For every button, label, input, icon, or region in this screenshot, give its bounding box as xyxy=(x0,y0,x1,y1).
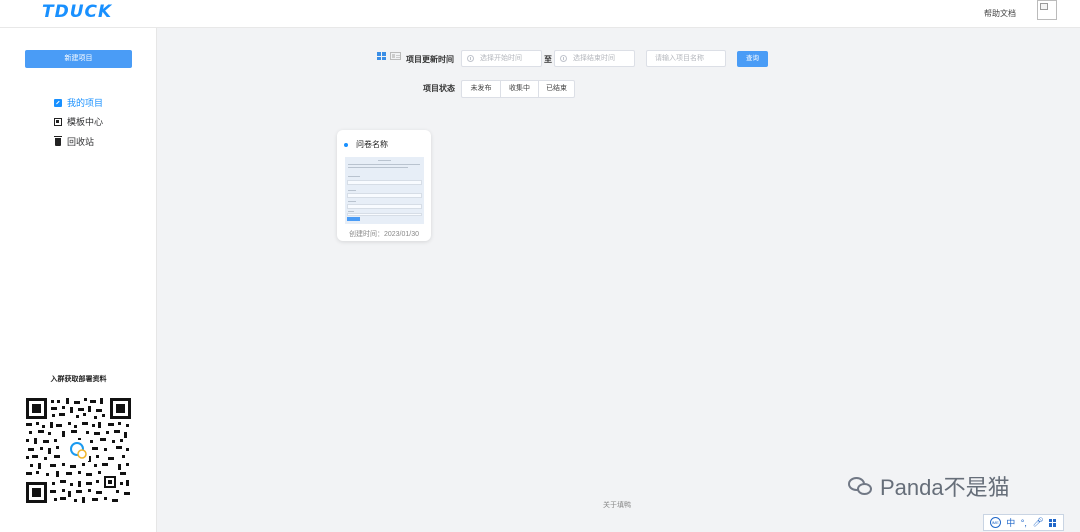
ime-toolbar: IME 中 °, 🎤︎ xyxy=(983,514,1064,531)
status-dot xyxy=(344,143,348,147)
ime-logo-icon[interactable]: IME xyxy=(989,517,1001,528)
end-date-input[interactable]: 选择结束时间 xyxy=(554,50,635,67)
sidebar-item-label: 回收站 xyxy=(67,137,95,147)
app-logo[interactable]: TDUCK xyxy=(42,2,112,22)
punctuation-icon[interactable]: °, xyxy=(1021,518,1027,528)
help-docs-link[interactable]: 帮助文档 xyxy=(984,8,1016,19)
microphone-icon[interactable]: 🎤︎ xyxy=(1032,517,1043,528)
end-date-placeholder: 选择结束时间 xyxy=(573,55,615,62)
project-status-label: 项目状态 xyxy=(423,84,455,93)
sidebar-item-label: 我的项目 xyxy=(67,98,104,108)
clock-icon xyxy=(560,55,567,62)
status-ended-button[interactable]: 已结束 xyxy=(538,81,574,97)
grid-view-icon[interactable] xyxy=(377,52,387,60)
wechat-icon xyxy=(848,475,876,497)
qr-code xyxy=(26,398,131,503)
project-card[interactable]: 问卷名称 创建时间：2023/01/30 xyxy=(337,130,431,241)
project-name-input[interactable]: 请输入项目名称 xyxy=(646,50,726,67)
view-toggle xyxy=(377,52,401,60)
status-collecting-button[interactable]: 收集中 xyxy=(500,81,538,97)
sidebar: 新建项目 我的项目 模板中心 回收站 入群获取部署资料 xyxy=(0,28,157,532)
list-view-icon[interactable] xyxy=(390,52,401,60)
ime-menu-icon[interactable] xyxy=(1049,518,1057,527)
query-button[interactable]: 查询 xyxy=(737,51,768,67)
watermark-text: Panda不是猫 xyxy=(880,475,1010,500)
sidebar-item-recycle-bin[interactable]: 回收站 xyxy=(54,135,94,148)
created-date: 创建时间：2023/01/30 xyxy=(348,231,420,238)
form-preview-thumbnail xyxy=(345,157,424,224)
ime-language[interactable]: 中 xyxy=(1006,516,1015,529)
edit-icon xyxy=(54,98,62,107)
qr-caption: 入群获取部署资料 xyxy=(50,376,107,383)
start-date-placeholder: 选择开始时间 xyxy=(480,55,522,62)
template-icon xyxy=(54,117,62,126)
project-title: 问卷名称 xyxy=(356,140,388,149)
sidebar-item-template-center[interactable]: 模板中心 xyxy=(54,115,103,128)
watermark: Panda不是猫 xyxy=(848,470,1010,502)
sidebar-item-my-projects[interactable]: 我的项目 xyxy=(54,96,103,109)
date-range-separator: 至 xyxy=(544,55,552,64)
about-link[interactable]: 关于填鸭 xyxy=(603,500,631,510)
top-bar: TDUCK 帮助文档 xyxy=(0,0,1080,28)
broken-image-icon xyxy=(1040,3,1048,10)
trash-icon xyxy=(54,135,62,146)
sidebar-item-label: 模板中心 xyxy=(67,117,104,127)
start-date-input[interactable]: 选择开始时间 xyxy=(461,50,542,67)
update-time-label: 项目更新时间 xyxy=(406,55,454,64)
new-project-button[interactable]: 新建项目 xyxy=(25,50,132,68)
avatar[interactable] xyxy=(1037,0,1057,20)
clock-icon xyxy=(467,55,474,62)
status-filter-group: 未发布 收集中 已结束 xyxy=(461,80,575,98)
status-unpublished-button[interactable]: 未发布 xyxy=(462,81,500,97)
